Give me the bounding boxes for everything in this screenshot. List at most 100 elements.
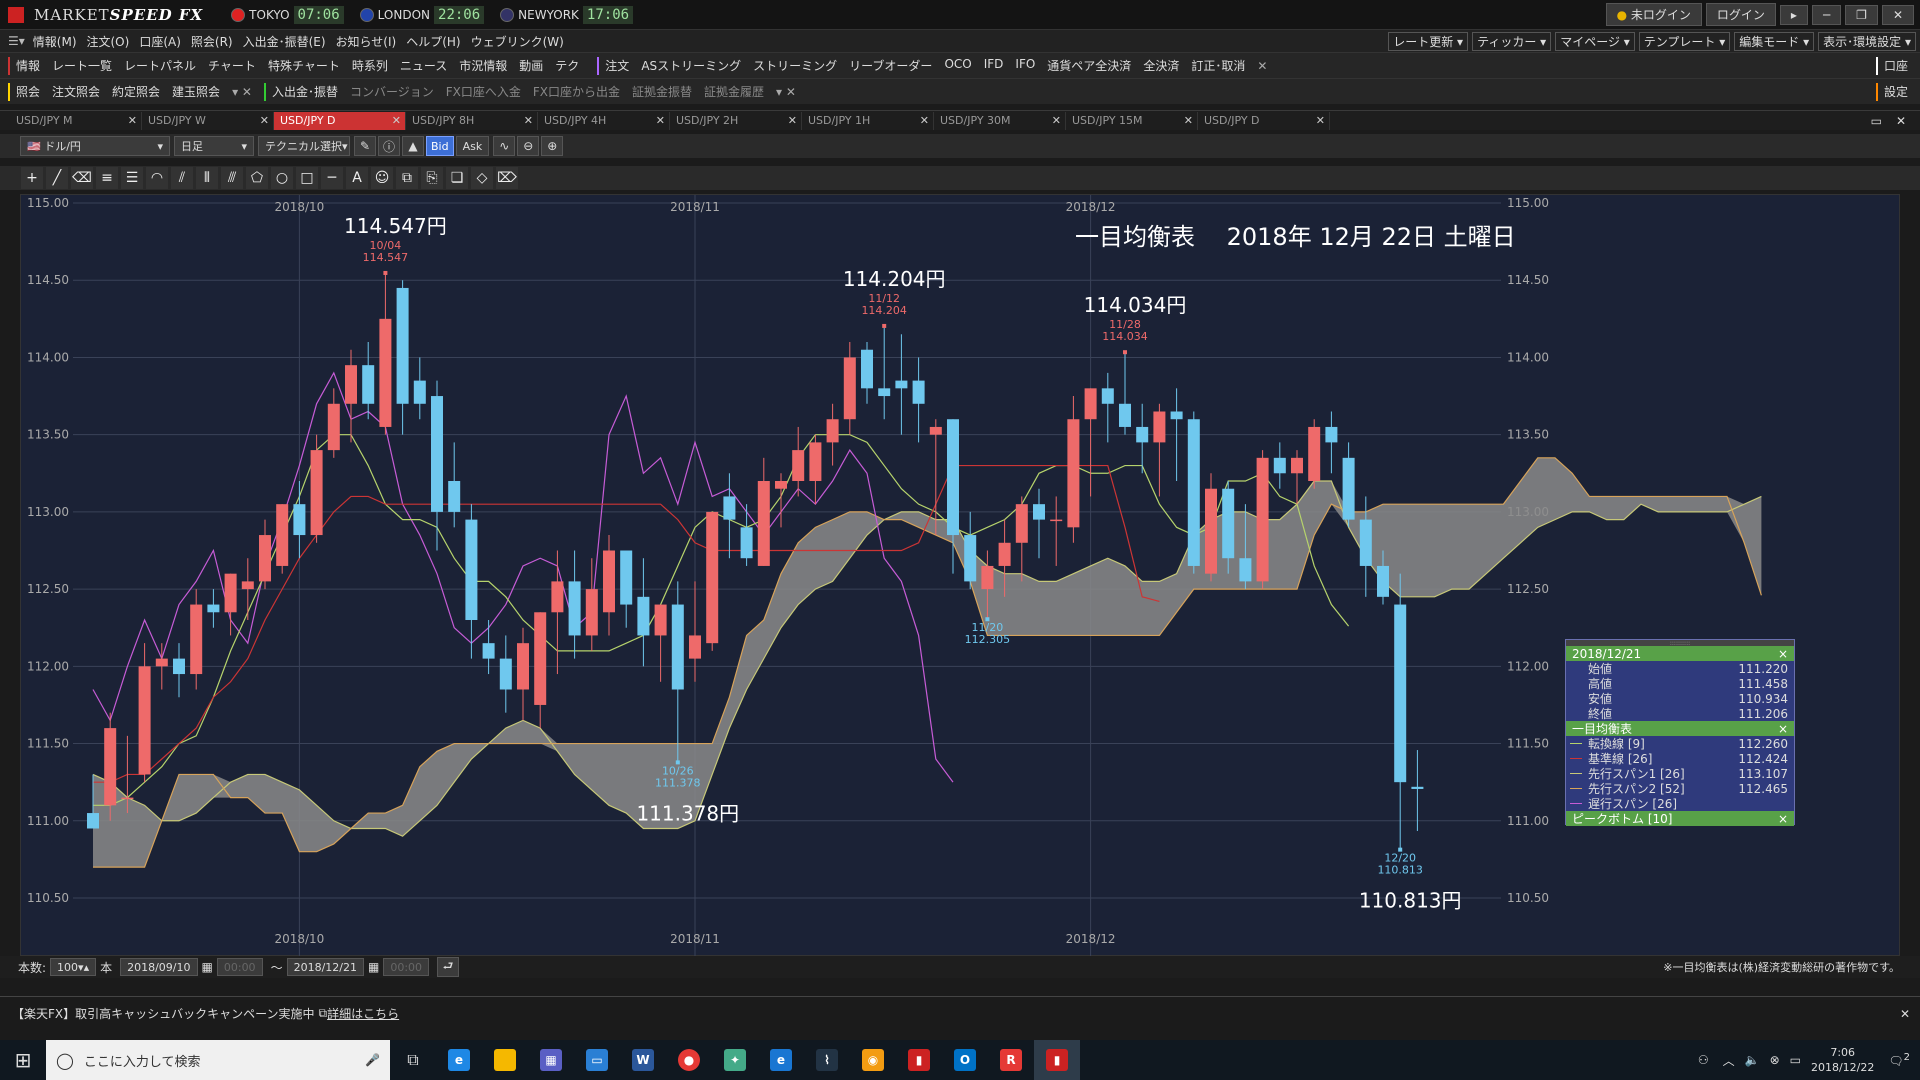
chart-app-icon[interactable]: ▮	[896, 1040, 942, 1080]
fan-icon[interactable]: ⫽	[171, 167, 193, 189]
to-date-field[interactable]: 2018/12/21	[286, 958, 364, 976]
from-time-field[interactable]: 00:00	[216, 958, 263, 976]
menu-item-7[interactable]: ウェブリンク(W)	[471, 33, 564, 50]
tray-up-icon[interactable]: ︿	[1723, 1052, 1735, 1069]
news-close-icon[interactable]: ✕	[1900, 1007, 1910, 1021]
zoom-out-icon[interactable]: ⊖	[517, 136, 540, 156]
ask-button[interactable]: Ask	[455, 136, 490, 156]
arc-icon[interactable]: ◠	[146, 167, 168, 189]
eraser-icon[interactable]: ⌫	[71, 167, 93, 189]
inquiry-item-1[interactable]: 約定照会	[112, 83, 160, 100]
tab-close-icon[interactable]: ✕	[128, 114, 137, 127]
currency-pair-select[interactable]: 🇺🇸 ドル/円 ▾	[20, 136, 170, 156]
menu-item-1[interactable]: 注文(O)	[87, 33, 130, 50]
chart-tab-6[interactable]: USD/JPY 1H ✕	[802, 111, 934, 130]
task-view-icon[interactable]: ⧉	[390, 1040, 436, 1080]
technical-select[interactable]: テクニカル選択 ▾	[258, 136, 350, 156]
orange-app-icon[interactable]: ◉	[850, 1040, 896, 1080]
crosshair-icon[interactable]: +	[21, 167, 43, 189]
transfer-item-3[interactable]: 証拠金振替	[632, 83, 692, 100]
hline-icon[interactable]: ─	[321, 167, 343, 189]
inquiry-item-0[interactable]: 注文照会	[52, 83, 100, 100]
order-item-1[interactable]: ストリーミング	[753, 57, 837, 74]
pen-icon[interactable]: ✎	[354, 136, 376, 156]
taskbar-search-box[interactable]: ◯ ここに入力して検索 🎤	[46, 1040, 390, 1080]
display-icon[interactable]: ▭	[1790, 1053, 1801, 1067]
chart-tab-8[interactable]: USD/JPY 15M ✕	[1066, 111, 1198, 130]
close-window-button[interactable]: ✕	[1881, 4, 1914, 25]
zoom-in-icon[interactable]: ⊕	[541, 136, 564, 156]
order-item-8[interactable]: 訂正･取消	[1191, 57, 1245, 74]
maximize-button[interactable]: ❐	[1845, 4, 1878, 25]
chart-area[interactable]: 115.00 115.00 114.50 114.50 114.00 114.00 113.…	[20, 194, 1901, 957]
info-item-0[interactable]: レート一覧	[52, 57, 112, 74]
chart-tab-0[interactable]: USD/JPY M ✕	[10, 111, 142, 130]
right-menu-item-3[interactable]: テンプレート ▾	[1638, 31, 1731, 51]
transfer-item-2[interactable]: FX口座から出金	[533, 83, 620, 100]
tab-close-icon[interactable]: ✕	[656, 114, 665, 127]
account-label[interactable]: 口座	[1884, 57, 1908, 74]
order-item-5[interactable]: IFO	[1015, 57, 1035, 74]
menu-item-4[interactable]: 入出金･振替(E)	[243, 33, 326, 50]
order-item-3[interactable]: OCO	[944, 57, 971, 74]
menu-item-2[interactable]: 口座(A)	[139, 33, 181, 50]
feather-app-icon[interactable]: ⌇	[804, 1040, 850, 1080]
count-select[interactable]: 100 ▾▴	[50, 958, 97, 976]
calculator-icon[interactable]: ▦	[528, 1040, 574, 1080]
tab-close-icon[interactable]: ✕	[1052, 114, 1061, 127]
bid-button[interactable]: Bid	[426, 136, 454, 156]
transfer-item-1[interactable]: FX口座へ入金	[446, 83, 521, 100]
chart-tab-3[interactable]: USD/JPY 8H ✕	[406, 111, 538, 130]
menu-item-0[interactable]: 情報(M)	[33, 33, 77, 50]
inquiry-item-2[interactable]: 建玉照会	[172, 83, 220, 100]
trendline-icon[interactable]: ╱	[46, 167, 68, 189]
login-status-button[interactable]: ● 未ログイン	[1605, 3, 1702, 26]
info-item-1[interactable]: レートパネル	[124, 57, 196, 74]
info-item-7[interactable]: 動画	[519, 57, 543, 74]
reload-icon[interactable]: ⮐	[437, 957, 460, 977]
tab-close-icon[interactable]: ✕	[1316, 114, 1325, 127]
calendar-to-icon[interactable]: ▦	[368, 960, 379, 974]
info-icon[interactable]: ⓘ	[378, 136, 400, 156]
right-menu-item-5[interactable]: 表示･環境設定 ▾	[1818, 31, 1916, 51]
word-icon[interactable]: W	[620, 1040, 666, 1080]
info-item-3[interactable]: 特殊チャート	[268, 57, 340, 74]
vertical-lines-icon[interactable]: ⦀	[196, 167, 218, 189]
delete-drawing-icon[interactable]: ◇	[471, 167, 493, 189]
microphone-icon[interactable]: 🎤	[365, 1053, 380, 1067]
from-date-field[interactable]: 2018/09/10	[120, 958, 198, 976]
order-item-2[interactable]: リーブオーダー	[849, 57, 932, 74]
ichimoku-chart[interactable]: 115.00 115.00 114.50 114.50 114.00 114.00 113.…	[21, 195, 1901, 957]
stamp-icon[interactable]: ☺	[371, 167, 393, 189]
chart-tab-1[interactable]: USD/JPY W ✕	[142, 111, 274, 130]
rectangle-icon[interactable]: □	[296, 167, 318, 189]
order-item-7[interactable]: 全決済	[1143, 57, 1179, 74]
settings-label[interactable]: 設定	[1884, 83, 1908, 100]
taskbar-clock[interactable]: 7:06 2018/12/22	[1811, 1045, 1874, 1075]
row2-dropdown-icon[interactable]: ▾ ✕	[232, 85, 252, 99]
edge-icon[interactable]: e	[758, 1040, 804, 1080]
delete-all-icon[interactable]: ⌦	[496, 167, 518, 189]
order-item-6[interactable]: 通貨ペア全決済	[1047, 57, 1131, 74]
bird-app-icon[interactable]: ✦	[712, 1040, 758, 1080]
menu-toggle-icon[interactable]: ☰▾	[8, 34, 25, 48]
marketspeed-app-icon[interactable]: ▮	[1034, 1040, 1080, 1080]
chart-tab-5[interactable]: USD/JPY 2H ✕	[670, 111, 802, 130]
tab-close-icon[interactable]: ✕	[392, 114, 401, 127]
paste-icon[interactable]: ⎘	[421, 167, 443, 189]
explorer-icon[interactable]	[482, 1040, 528, 1080]
transfer-item-4[interactable]: 証拠金履歴	[704, 83, 764, 100]
people-icon[interactable]: ⚇	[1698, 1053, 1709, 1067]
minimize-button[interactable]: ─	[1811, 4, 1842, 25]
transfer-item-0[interactable]: コンバージョン	[350, 83, 434, 100]
info-item-4[interactable]: 時系列	[352, 57, 388, 74]
circle-icon[interactable]: ○	[271, 167, 293, 189]
row2b-close-icon[interactable]: ▾ ✕	[776, 85, 796, 99]
volume-icon[interactable]: 🔈	[1745, 1053, 1760, 1067]
order-item-4[interactable]: IFD	[984, 57, 1004, 74]
tab-close-icon[interactable]: ✕	[524, 114, 533, 127]
right-menu-item-0[interactable]: レート更新 ▾	[1388, 31, 1469, 51]
ichimoku-close-icon[interactable]: ×	[1778, 722, 1788, 736]
order-item-0[interactable]: ASストリーミング	[641, 57, 741, 74]
tab-close-icon[interactable]: ✕	[920, 114, 929, 127]
